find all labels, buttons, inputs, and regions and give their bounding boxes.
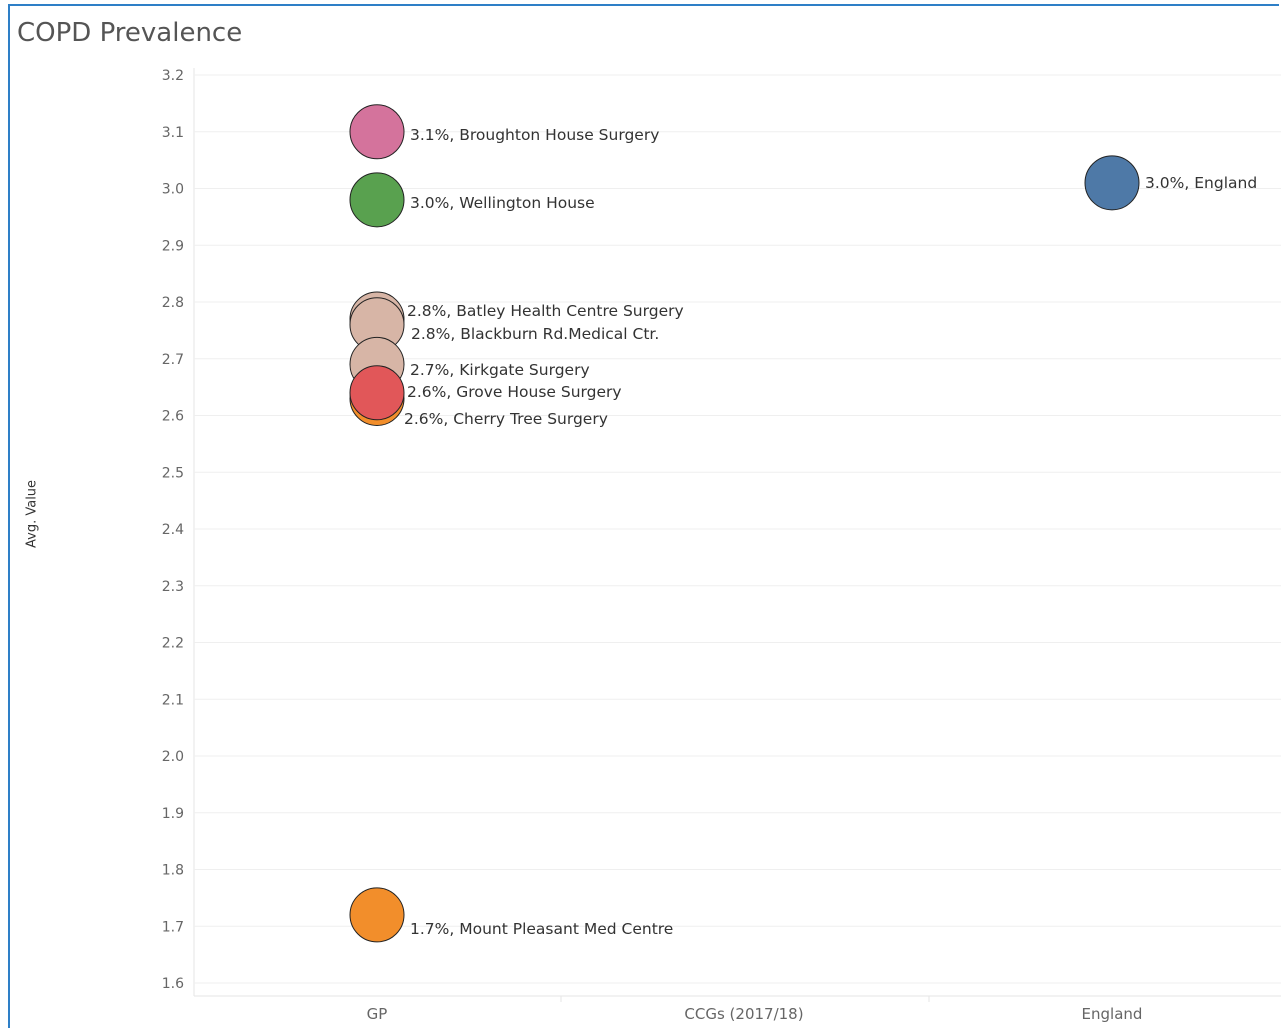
y-tick-label: 2.1 (162, 692, 184, 708)
data-point-label: 2.8%, Batley Health Centre Surgery (407, 302, 684, 320)
y-tick-label: 2.2 (162, 636, 184, 652)
data-point-label: 2.6%, Cherry Tree Surgery (404, 410, 608, 428)
y-tick-label: 3.1 (162, 125, 184, 141)
data-point-label: 1.7%, Mount Pleasant Med Centre (410, 920, 673, 938)
data-point-label: 2.6%, Grove House Surgery (407, 383, 622, 401)
data-point[interactable] (349, 887, 405, 943)
data-point[interactable] (349, 365, 405, 421)
y-tick-label: 3.0 (162, 182, 184, 198)
data-point-label: 2.8%, Blackburn Rd.Medical Ctr. (411, 325, 659, 343)
data-point[interactable] (1084, 155, 1140, 211)
y-tick-label: 1.6 (162, 976, 184, 992)
y-tick-label: 3.2 (162, 68, 184, 84)
data-point-label: 3.0%, Wellington House (410, 194, 595, 212)
scatter-chart: 3.2 3.1 3.0 2.9 2.8 2.7 2.6 2.5 2.4 2.3 2.2 2.1 2.0 1… (162, 68, 1281, 1023)
data-point[interactable] (349, 104, 405, 160)
data-point-label: 2.7%, Kirkgate Surgery (410, 361, 590, 379)
y-tick-label: 2.0 (162, 749, 184, 765)
y-tick-label: 2.5 (162, 465, 184, 481)
y-tick-label: 2.3 (162, 579, 184, 595)
y-tick-label: 1.9 (162, 806, 184, 822)
y-tick-label: 2.8 (162, 295, 184, 311)
y-tick-label: 2.7 (162, 352, 184, 368)
x-category-label: GP (367, 1005, 388, 1023)
y-tick-label: 2.4 (162, 522, 184, 538)
y-tick-label: 1.8 (162, 863, 184, 879)
data-point-label: 3.0%, England (1145, 174, 1257, 192)
data-point[interactable] (349, 172, 405, 228)
y-tick-label: 2.6 (162, 409, 184, 425)
data-point-label: 3.1%, Broughton House Surgery (410, 126, 659, 144)
y-tick-label: 1.7 (162, 919, 184, 935)
y-tick-label: 2.9 (162, 238, 184, 254)
x-category-label: CCGs (2017/18) (684, 1005, 803, 1023)
x-category-label: England (1082, 1005, 1143, 1023)
